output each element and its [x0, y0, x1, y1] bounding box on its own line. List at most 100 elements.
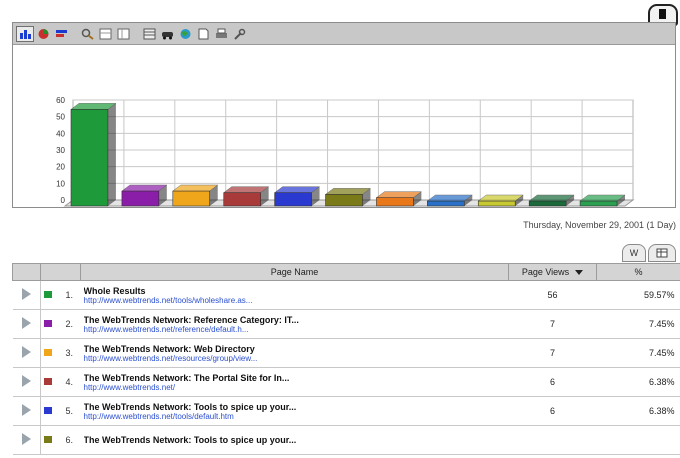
- globe-button[interactable]: [177, 27, 193, 41]
- row-color-cell: [40, 396, 63, 426]
- column-table-icon: [117, 28, 129, 39]
- print-button[interactable]: [213, 27, 229, 41]
- grid-icon: [143, 28, 155, 39]
- results-table-wrap: Page Name Page Views % 1. Whole Results ht…: [12, 263, 680, 458]
- bar-7: [376, 197, 414, 207]
- page-title-link[interactable]: The WebTrends Network: The Portal Site f…: [84, 373, 506, 383]
- row-rank: 3.: [62, 338, 81, 368]
- results-table: Page Name Page Views % 1. Whole Results ht…: [12, 263, 680, 455]
- y-tick-label: 50: [56, 113, 65, 122]
- bar-9: [477, 200, 516, 207]
- table-row[interactable]: 5. The WebTrends Network: Tools to spice …: [12, 396, 680, 426]
- globe-icon: [180, 28, 190, 39]
- expand-row-button[interactable]: [12, 367, 41, 397]
- page-title-link[interactable]: Whole Results: [84, 286, 506, 296]
- table-row[interactable]: 1. Whole Results http://www.webtrends.net/…: [12, 280, 680, 310]
- expand-row-button[interactable]: [12, 309, 41, 339]
- table-icon: [99, 28, 111, 39]
- percent-cell: [596, 425, 680, 455]
- page-name-header[interactable]: Page Name: [80, 263, 509, 281]
- page-views-header[interactable]: Page Views: [508, 263, 597, 281]
- excel-export-button[interactable]: [648, 244, 676, 262]
- page-url-link[interactable]: http://www.webtrends.net/reference/defau…: [84, 325, 506, 334]
- table-row[interactable]: 6. The WebTrends Network: Tools to spice …: [12, 425, 680, 455]
- bar-10: [528, 200, 567, 207]
- page-views-cell: [508, 425, 597, 455]
- percent-cell: 6.38%: [596, 396, 680, 426]
- bar-chart-icon: [19, 29, 31, 39]
- y-tick-label: 0: [61, 196, 66, 205]
- stacked-bar-icon: [55, 29, 67, 37]
- page-title-link[interactable]: The WebTrends Network: Tools to spice up…: [84, 402, 506, 412]
- page-url-link[interactable]: http://www.webtrends.net/tools/default.h…: [84, 412, 506, 421]
- bar-chart: 01020304050601234567891011: [56, 96, 635, 207]
- bar-5: [274, 192, 312, 207]
- expand-row-button[interactable]: [12, 338, 41, 368]
- page-title-link[interactable]: The WebTrends Network: Tools to spice up…: [84, 435, 506, 445]
- percent-cell: 7.45%: [596, 338, 680, 368]
- table-header-row: Page Name Page Views %: [12, 263, 680, 281]
- document-icon: [198, 28, 208, 39]
- row-rank: 5.: [62, 396, 81, 426]
- page-title-link[interactable]: The WebTrends Network: Web Directory: [84, 344, 506, 354]
- table-row[interactable]: 4. The WebTrends Network: The Portal Site…: [12, 367, 680, 397]
- page-url-link[interactable]: http://www.webtrends.net/tools/wholeshar…: [84, 296, 506, 305]
- car-button[interactable]: [159, 27, 175, 41]
- page-views-cell: 7: [508, 309, 597, 339]
- play-arrow-icon: [21, 317, 31, 329]
- row-rank: 4.: [62, 367, 81, 397]
- play-arrow-icon: [21, 288, 31, 300]
- y-tick-label: 60: [56, 96, 65, 105]
- row-color-cell: [40, 338, 63, 368]
- percent-cell: 6.38%: [596, 367, 680, 397]
- expand-row-button[interactable]: [12, 280, 41, 310]
- legend-swatch: [44, 407, 52, 414]
- y-tick-label: 40: [56, 129, 65, 138]
- pie-chart-icon: [38, 28, 48, 39]
- bar-2: [121, 190, 160, 207]
- chart-toolbar: [13, 23, 675, 45]
- pie-chart-button[interactable]: [35, 27, 51, 41]
- expand-row-button[interactable]: [12, 396, 41, 426]
- page-name-cell: The WebTrends Network: Tools to spice up…: [80, 425, 509, 455]
- spreadsheet-icon: [656, 248, 668, 258]
- table-row[interactable]: 2. The WebTrends Network: Reference Categ…: [12, 309, 680, 339]
- expand-row-button[interactable]: [12, 425, 41, 455]
- grid-button[interactable]: [141, 27, 157, 41]
- page-views-cell: 56: [508, 280, 597, 310]
- column-table-button[interactable]: [115, 27, 131, 41]
- page-url-link[interactable]: http://www.webtrends.net/resources/group…: [84, 354, 506, 363]
- chart-panel: 01020304050601234567891011: [12, 22, 676, 208]
- y-tick-label: 20: [56, 163, 65, 172]
- car-icon: [161, 31, 173, 39]
- page-url-link[interactable]: http://www.webtrends.net/: [84, 383, 506, 392]
- color-column-header: [40, 263, 81, 281]
- row-rank: 1.: [62, 280, 81, 310]
- bar-8: [427, 200, 465, 207]
- zoom-button[interactable]: [79, 27, 95, 41]
- bar-chart-button[interactable]: [16, 25, 34, 42]
- table-row[interactable]: 3. The WebTrends Network: Web Directory ht…: [12, 338, 680, 368]
- stacked-bar-button[interactable]: [53, 27, 69, 41]
- bar-3: [172, 190, 211, 207]
- wrench-button[interactable]: [231, 27, 247, 41]
- document-button[interactable]: [195, 27, 211, 41]
- legend-swatch: [44, 378, 52, 385]
- legend-swatch: [44, 291, 52, 298]
- percent-cell: 59.57%: [596, 280, 680, 310]
- y-tick-label: 30: [56, 146, 65, 155]
- page-title-link[interactable]: The WebTrends Network: Reference Categor…: [84, 315, 506, 325]
- page-views-cell: 7: [508, 338, 597, 368]
- page-name-cell: The WebTrends Network: Tools to spice up…: [80, 396, 509, 426]
- row-color-cell: [40, 280, 63, 310]
- bar-side-1: [107, 103, 116, 206]
- percent-cell: 7.45%: [596, 309, 680, 339]
- sort-descending-icon: [575, 270, 584, 276]
- row-color-cell: [40, 309, 63, 339]
- report-date: Thursday, November 29, 2001 (1 Day): [523, 220, 676, 230]
- legend-swatch: [44, 349, 52, 356]
- word-export-button[interactable]: W: [622, 244, 646, 262]
- percent-header[interactable]: %: [596, 263, 680, 281]
- table-button[interactable]: [97, 27, 113, 41]
- bar-1: [70, 109, 109, 207]
